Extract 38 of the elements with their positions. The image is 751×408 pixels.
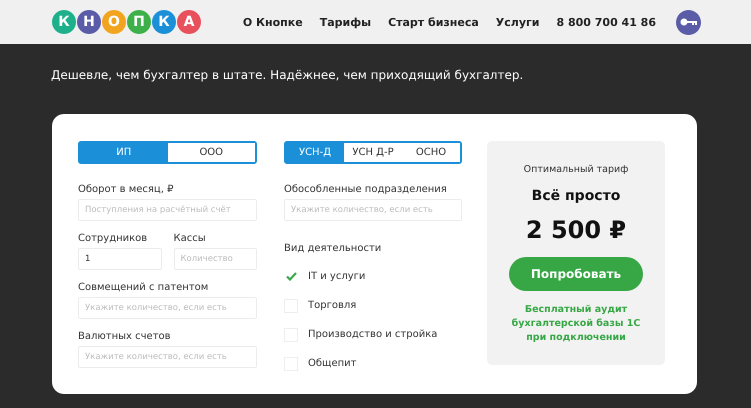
field-label: Вид деятельности (284, 243, 382, 254)
tax-tab[interactable]: УСН-Д (286, 143, 344, 162)
input-field[interactable]: Поступления на расчётный счёт (78, 199, 257, 221)
logo-letter: А (177, 10, 201, 34)
checkbox-label: IT и услуги (308, 271, 366, 282)
field-label: Сотрудников (78, 233, 148, 244)
input-field[interactable]: Укажите количество, если есть (78, 297, 257, 319)
logo-letter: О (102, 10, 126, 34)
input-field[interactable]: Количество (174, 248, 257, 270)
checkbox-label: Торговля (308, 300, 356, 311)
field-label: Кассы (174, 233, 207, 244)
input-field[interactable]: Укажите количество, если есть (78, 346, 257, 368)
input-field[interactable]: 1 (78, 248, 162, 270)
logo-letter: К (52, 10, 76, 34)
logo-letter: П (127, 10, 151, 34)
field-label: Совмещений с патентом (78, 282, 210, 293)
field-label: Валютных счетов (78, 331, 172, 342)
login-button[interactable] (676, 10, 701, 34)
phone-number: 8 800 700 41 86 (556, 16, 656, 28)
nav-link[interactable]: О Кнопке (242, 16, 303, 28)
field-label: Оборот в месяц, ₽ (78, 184, 174, 195)
entity-tab[interactable]: ИП (80, 143, 168, 162)
input-field[interactable]: Укажите количество, если есть (284, 199, 462, 221)
key-icon (680, 17, 698, 27)
nav-link[interactable]: Услуги (496, 16, 540, 28)
field-label: Обособленные подразделения (284, 184, 448, 195)
tariff-price: 2 500 ₽ (526, 216, 626, 244)
checkbox-label: Производство и стройка (308, 329, 438, 340)
nav-link[interactable]: Старт бизнеса (388, 16, 479, 28)
checkbox[interactable] (284, 270, 298, 284)
tariff-name: Всё просто (532, 188, 620, 204)
promo-note: Бесплатный аудит бухгалтерской базы 1С при подключении (510, 303, 642, 344)
tariff-caption: Оптимальный тариф (524, 164, 628, 175)
checkbox-label: Общепит (308, 358, 356, 369)
nav-link[interactable]: Тарифы (320, 16, 372, 28)
tagline: Дешевле, чем бухгалтер в штате. Надёжнее, чем приходящий бухгалтер. (51, 68, 524, 82)
logo-letter: Н (77, 10, 101, 34)
logo-letter: К (152, 10, 176, 34)
